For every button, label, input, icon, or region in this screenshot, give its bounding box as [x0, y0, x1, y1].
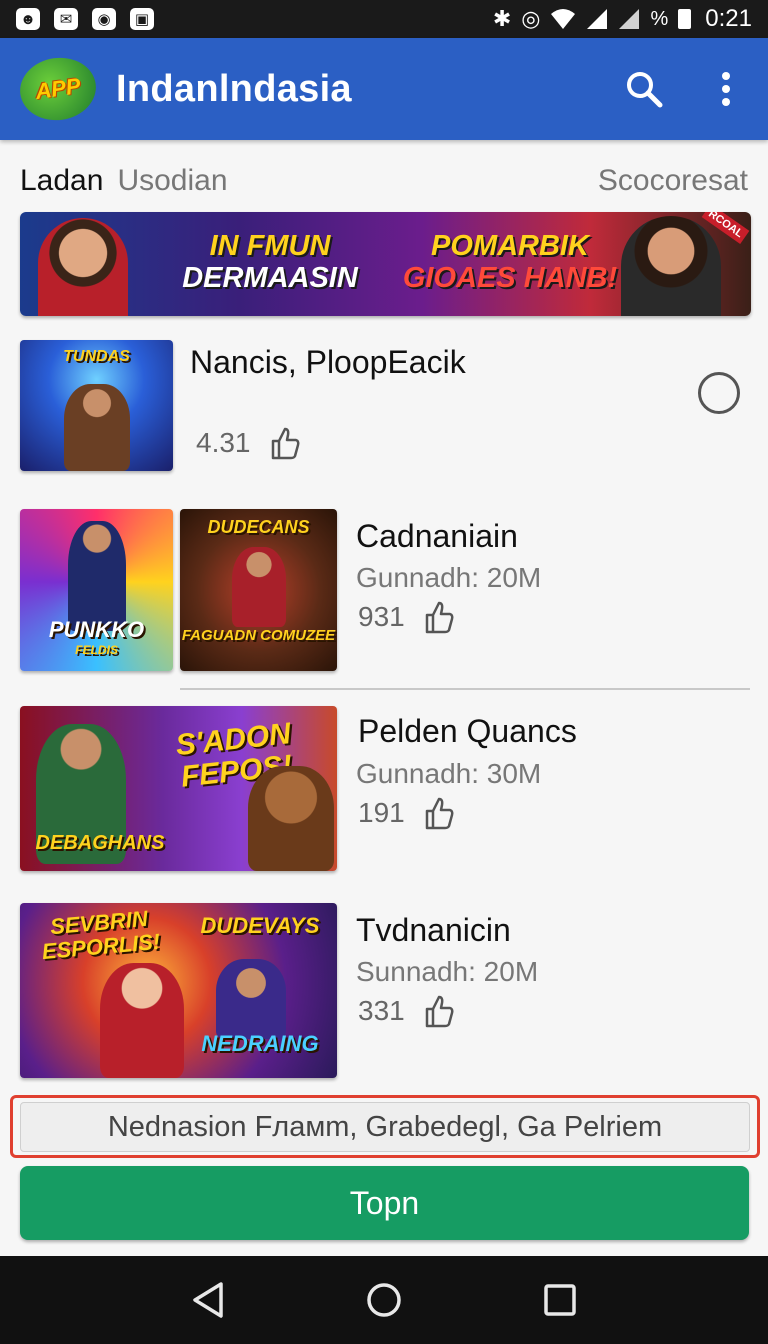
banner-left-line1: IN FMUN: [209, 230, 331, 262]
tab-scocoresat[interactable]: Scocoresat: [598, 164, 748, 198]
search-button[interactable]: [622, 67, 666, 111]
app-logo[interactable]: APP: [16, 53, 100, 125]
chat-icon: ✉: [54, 8, 78, 30]
thumbnail-figure: [100, 963, 184, 1078]
back-button[interactable]: [180, 1272, 236, 1328]
thumbnail-caption: TUNDAS: [63, 348, 130, 365]
item-count-value: 331: [358, 995, 405, 1026]
signal-icon: [587, 9, 608, 29]
item-count-value: 191: [358, 797, 405, 828]
recents-icon: [544, 1284, 576, 1316]
item-title[interactable]: Cadnaniain: [356, 518, 518, 555]
home-button[interactable]: [356, 1272, 412, 1328]
page-title: Indanlndasia: [116, 67, 352, 110]
banner-character-right: [621, 216, 721, 316]
recents-button[interactable]: [532, 1272, 588, 1328]
search-suggestion-chip[interactable]: Nednasion Fламm, Grabedegl, Ga Pelriem: [20, 1102, 750, 1152]
banner-right-line2: GIOAES HANB!: [402, 262, 618, 294]
thumbs-up-icon[interactable]: [269, 426, 301, 460]
item-thumbnail[interactable]: PUNKKO FELDIS: [20, 509, 173, 671]
banner-left-line2: DERMAASIN: [182, 262, 358, 294]
app-icon: ◉: [92, 8, 116, 30]
back-icon: [193, 1282, 223, 1318]
signal-icon: [619, 9, 640, 29]
item-subtitle: Sunnadh: 20M: [356, 956, 539, 987]
status-bar: ☻ ✉ ◉ ▣ ✱ ◎ % 0:21: [0, 0, 768, 38]
app-bar: APP Indanlndasia: [0, 38, 768, 140]
wifi-icon: [551, 9, 576, 29]
list-divider: [180, 688, 750, 690]
thumbnail-subcaption: NEDRAING: [201, 1031, 319, 1056]
thumbnail-figure: [64, 384, 130, 471]
battery-icon: [678, 9, 692, 29]
thumbnail-subcaption: FAGUADN COMUZEE: [181, 627, 336, 644]
thumbnail-figure: [216, 959, 286, 1039]
thumbnail-caption: PUNKKO: [48, 617, 145, 642]
banner-character-left: [38, 218, 128, 316]
thumbnail-subcaption: FELDIS: [75, 643, 118, 657]
system-nav-bar: [0, 1256, 768, 1344]
thumbs-up-icon[interactable]: [423, 796, 455, 830]
thumbnail-figure: [232, 547, 286, 627]
gallery-icon: ▣: [130, 8, 154, 30]
tab-row: Ladan Usodian Scocoresat: [20, 158, 748, 204]
thumbs-up-icon[interactable]: [423, 994, 455, 1028]
overflow-menu-button[interactable]: [704, 67, 748, 111]
notification-icon: ☻: [16, 8, 40, 30]
item-rating: 931: [358, 600, 455, 634]
item-rating: 191: [358, 796, 455, 830]
item-subtitle: Gunnadh: 30M: [356, 758, 542, 789]
thumbnail-figure: [68, 521, 126, 631]
home-icon: [367, 1283, 401, 1317]
banner-right-line1: POMARBIK: [431, 230, 589, 262]
item-count-value: 931: [358, 601, 405, 632]
more-vert-icon: [722, 72, 730, 106]
item-thumbnail[interactable]: TUNDAS: [20, 340, 173, 471]
item-count-value: 4.31: [196, 427, 251, 458]
thumbnail-caption: DUDECANS: [207, 517, 310, 537]
thumbnail-subcaption: DEBAGHANS: [35, 832, 165, 854]
tab-ladan[interactable]: Ladan: [20, 164, 103, 198]
sync-icon: ◎: [521, 6, 541, 31]
banner-headline-right: POMARBIK GIOAES HANB!: [380, 230, 640, 294]
tab-usodian[interactable]: Usodian: [117, 164, 227, 198]
item-title[interactable]: Tvdnanicin: [356, 912, 511, 949]
select-radio[interactable]: [698, 372, 740, 414]
thumbs-up-icon[interactable]: [423, 600, 455, 634]
search-icon: [627, 72, 663, 108]
clock: 0:21: [705, 5, 752, 32]
battery-percent-symbol: %: [650, 7, 669, 30]
item-rating: 4.31: [196, 426, 301, 460]
topn-button[interactable]: Topn: [20, 1166, 749, 1240]
thumbnail-caption-right: DUDEVAYS: [200, 913, 320, 938]
bluetooth-icon: ✱: [492, 6, 512, 31]
thumbnail-caption: SEVBRIN ESPORLIS!: [40, 905, 162, 965]
item-rating: 331: [358, 994, 455, 1028]
item-subtitle: Gunnadh: 20M: [356, 562, 542, 593]
item-title[interactable]: Pelden Quancs: [358, 713, 577, 750]
item-title[interactable]: Nancis, PloopEacik: [190, 344, 466, 381]
banner-headline-left: IN FMUN DERMAASIN: [180, 230, 360, 294]
promo-banner[interactable]: IN FMUN DERMAASIN POMARBIK GIOAES HANB! …: [20, 212, 751, 316]
thumbnail-figure: [248, 766, 334, 871]
item-thumbnail[interactable]: SEVBRIN ESPORLIS! DUDEVAYS NEDRAING: [20, 903, 337, 1078]
item-thumbnail[interactable]: S'ADON FEPOS! DEBAGHANS: [20, 706, 337, 871]
item-thumbnail[interactable]: DUDECANS FAGUADN COMUZEE: [180, 509, 337, 671]
